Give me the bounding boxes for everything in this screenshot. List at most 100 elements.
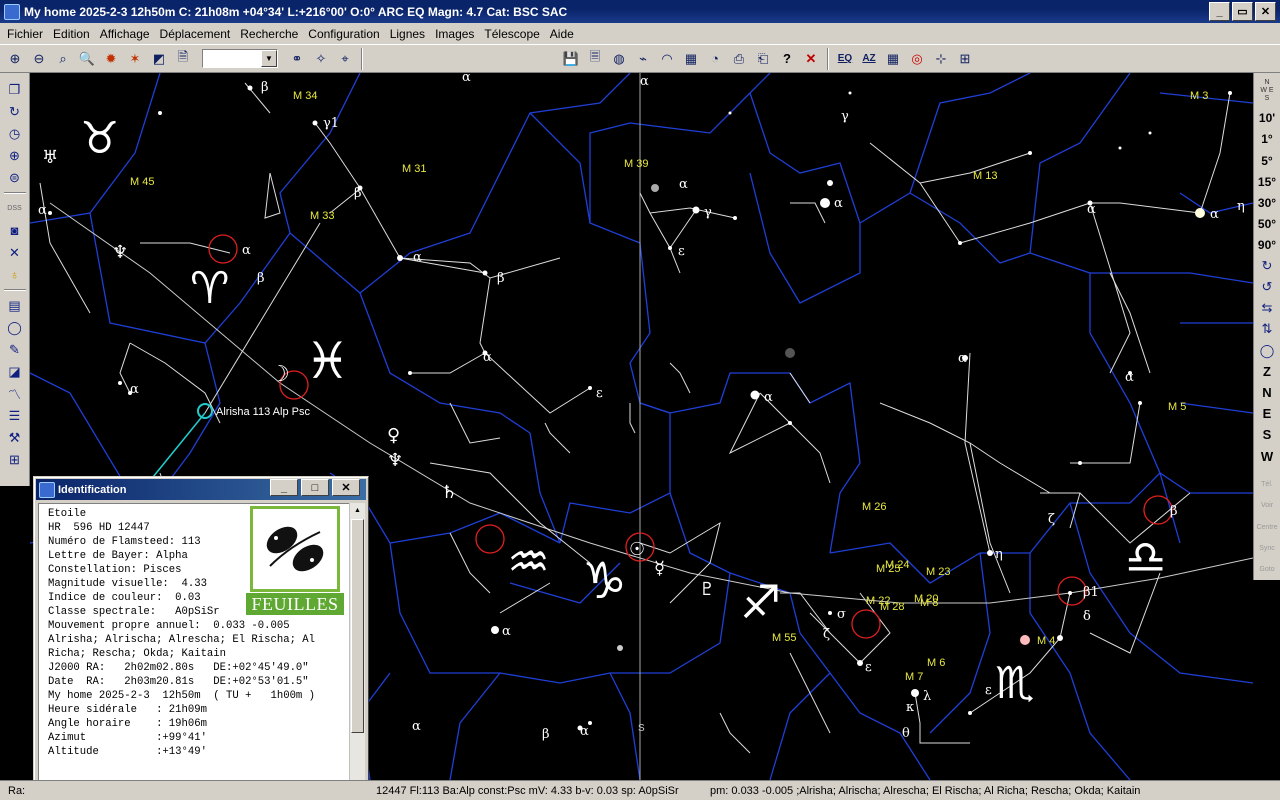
view-south-button[interactable]: S — [1263, 424, 1272, 445]
rotate-icon[interactable]: ↻ — [4, 101, 26, 122]
print-setup-icon[interactable]: ⎗ — [752, 48, 774, 70]
az-grid-button[interactable]: AZ — [858, 48, 880, 70]
boundary-icon[interactable]: ⊞ — [954, 48, 976, 70]
flip-icon[interactable]: ⊕ — [4, 145, 26, 166]
constellation-icon[interactable]: ⊹ — [930, 48, 952, 70]
chevron-down-icon[interactable]: ▼ — [261, 50, 277, 67]
fov-90deg-button[interactable]: 90° — [1258, 234, 1276, 255]
dome-icon[interactable]: ◠ — [656, 48, 678, 70]
view-west-button[interactable]: W — [1261, 446, 1273, 467]
svg-text:ζ: ζ — [1048, 512, 1055, 527]
telescope-centre-button[interactable]: Centre — [1256, 517, 1277, 538]
fov-15deg-button[interactable]: 15° — [1258, 171, 1276, 192]
svg-text:α: α — [1210, 207, 1219, 222]
scroll-up-icon[interactable]: ▲ — [351, 503, 364, 517]
graph-icon[interactable]: 〽 — [4, 383, 26, 404]
zoom-in-icon[interactable]: ⊕ — [4, 48, 26, 70]
flip-vertical-icon[interactable]: ⇅ — [1262, 319, 1273, 340]
save-icon[interactable]: 💾 — [560, 48, 582, 70]
menu-edition[interactable]: Edition — [48, 27, 95, 41]
calendar-icon[interactable]: ▦ — [680, 48, 702, 70]
camera-icon[interactable]: ◙ — [4, 220, 26, 241]
list-icon[interactable]: ☰ — [4, 405, 26, 426]
star-icon[interactable]: ✕ — [4, 242, 26, 263]
objects-icon[interactable]: ✶ — [124, 48, 146, 70]
telescope-voir-button[interactable]: Voir — [1261, 495, 1273, 516]
menu-fichier[interactable]: Fichier — [2, 27, 48, 41]
dss-icon[interactable]: DSS — [4, 198, 26, 219]
clock-icon[interactable]: ◔ — [704, 48, 726, 70]
compass-icon[interactable]: N W E S — [1260, 77, 1273, 108]
help-button[interactable]: ? — [776, 48, 798, 70]
clock-icon[interactable]: ◷ — [4, 123, 26, 144]
fov-30deg-button[interactable]: 30° — [1258, 192, 1276, 213]
menu-images[interactable]: Images — [430, 27, 479, 41]
menu-deplacement[interactable]: Déplacement — [155, 27, 236, 41]
identification-window[interactable]: Identification _ □ ✕ Etoile HR 596 HD 124… — [33, 476, 369, 800]
telescope-goto-button[interactable]: Goto — [1259, 559, 1274, 580]
close-chart-button[interactable]: ✕ — [800, 48, 822, 70]
sun-icon: ☉ — [629, 539, 645, 560]
circle-icon[interactable]: ◯ — [4, 317, 26, 338]
menu-configuration[interactable]: Configuration — [303, 27, 384, 41]
telescope-tel-button[interactable]: Tél. — [1261, 474, 1273, 495]
find-object-icon[interactable]: ⌖ — [334, 48, 356, 70]
menu-recherche[interactable]: Recherche — [235, 27, 303, 41]
capricorn-figure-icon: ♑ — [582, 552, 627, 610]
target-icon[interactable]: ◎ — [906, 48, 928, 70]
find-star-icon[interactable]: ✧ — [310, 48, 332, 70]
view-zenith-button[interactable]: Z — [1263, 361, 1271, 382]
neptune2-icon: ♆ — [387, 450, 403, 471]
palette-icon[interactable]: ◪ — [4, 361, 26, 382]
svg-text:M 13: M 13 — [973, 170, 997, 182]
zoom-window-icon[interactable]: ⌕ — [52, 48, 74, 70]
mirror-icon[interactable]: ⊜ — [4, 167, 26, 188]
bulb-icon[interactable]: ♁ — [4, 264, 26, 285]
flip-horizontal-icon[interactable]: ⇆ — [1262, 298, 1273, 319]
view-north-button[interactable]: N — [1262, 382, 1271, 403]
pen-icon[interactable]: ✎ — [4, 339, 26, 360]
fov-1deg-button[interactable]: 1° — [1261, 129, 1272, 150]
svg-text:λ: λ — [923, 689, 931, 704]
telescope-icon[interactable]: ⌁ — [632, 48, 654, 70]
menu-affichage[interactable]: Affichage — [95, 27, 155, 41]
close-window-button[interactable]: ✕ — [1255, 2, 1276, 21]
menu-telescope[interactable]: Télescope — [479, 27, 544, 41]
id-minimize-button[interactable]: _ — [270, 479, 298, 496]
layers-icon[interactable]: ▤ — [4, 295, 26, 316]
zoom-out-icon[interactable]: ⊖ — [28, 48, 50, 70]
id-close-button[interactable]: ✕ — [332, 479, 360, 496]
copy-icon[interactable]: ❐ — [4, 79, 26, 100]
svg-text:ε: ε — [678, 244, 685, 259]
grid-icon[interactable]: ▦ — [882, 48, 904, 70]
menu-aide[interactable]: Aide — [545, 27, 579, 41]
scroll-thumb[interactable] — [351, 519, 364, 733]
color-icon[interactable]: ◩ — [148, 48, 170, 70]
selected-star-marker[interactable] — [197, 403, 213, 419]
fov-5deg-button[interactable]: 5° — [1261, 150, 1272, 171]
fov-10min-button[interactable]: 10' — [1259, 108, 1275, 129]
document-icon[interactable]: 🗏 — [584, 48, 606, 70]
rotate-left-icon[interactable]: ↺ — [1262, 277, 1273, 298]
settings-gear-icon[interactable]: ✹ — [100, 48, 122, 70]
search-icon[interactable]: 🔍 — [76, 48, 98, 70]
eq-grid-button[interactable]: EQ — [834, 48, 856, 70]
telescope-sync-button[interactable]: Sync — [1259, 538, 1275, 559]
rotate-right-icon[interactable]: ↻ — [1262, 256, 1273, 277]
circle-view-icon[interactable]: ◯ — [1260, 340, 1275, 361]
binoculars-icon[interactable]: ⚭ — [286, 48, 308, 70]
add-icon[interactable]: ⊞ — [4, 449, 26, 470]
minimize-button[interactable]: _ — [1209, 2, 1230, 21]
print-icon[interactable]: ⎙ — [728, 48, 750, 70]
fov-combo[interactable]: ▼ — [202, 49, 278, 68]
svg-text:β: β — [497, 271, 505, 286]
identification-scrollbar[interactable]: ▲ ▼ — [349, 503, 365, 799]
id-maximize-button[interactable]: □ — [301, 479, 329, 496]
fov-50deg-button[interactable]: 50° — [1258, 213, 1276, 234]
globe-icon[interactable]: ◍ — [608, 48, 630, 70]
menu-lignes[interactable]: Lignes — [385, 27, 430, 41]
view-east-button[interactable]: E — [1263, 403, 1272, 424]
maximize-button[interactable]: ▭ — [1232, 2, 1253, 21]
info-icon[interactable]: 🗎 — [172, 48, 194, 70]
tools-icon[interactable]: ⚒ — [4, 427, 26, 448]
